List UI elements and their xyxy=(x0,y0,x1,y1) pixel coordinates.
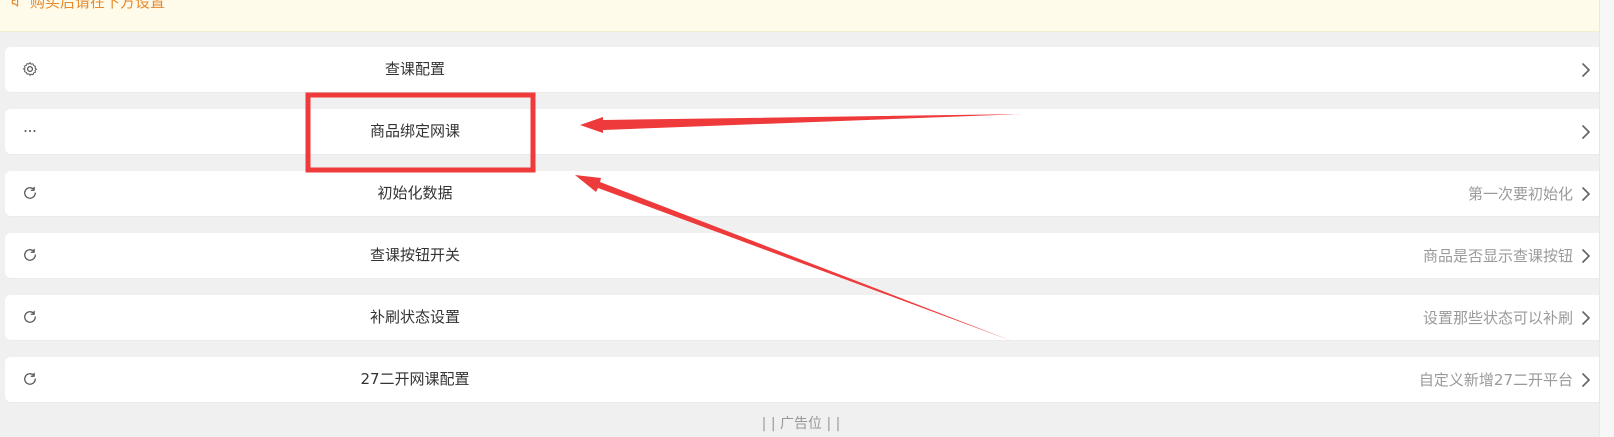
row-description: 自定义新增27二开平台 xyxy=(1418,371,1573,389)
row-title: 初始化数据 xyxy=(377,184,453,202)
settings-row-course-query-config[interactable]: 查课配置 xyxy=(5,47,1607,92)
chevron-right-icon xyxy=(1579,123,1593,141)
notice-text: 购买后请在下方设置 xyxy=(30,0,166,11)
row-title: 商品绑定网课 xyxy=(369,122,460,140)
row-title: 查课配置 xyxy=(384,60,445,78)
chevron-right-icon xyxy=(1579,185,1593,203)
row-right xyxy=(1573,109,1593,154)
ad-placeholder: | | 广告位 | | xyxy=(761,416,841,432)
settings-row-rebrush-status[interactable]: 补刷状态设置 设置那些状态可以补刷 xyxy=(5,295,1607,340)
row-right: 自定义新增27二开平台 xyxy=(1419,357,1593,402)
settings-row-product-bind-course[interactable]: 商品绑定网课 xyxy=(5,109,1607,154)
chevron-right-icon xyxy=(1579,61,1593,79)
row-right: 设置那些状态可以补刷 xyxy=(1423,295,1593,340)
notice-content: 购买后请在下方设置 xyxy=(10,0,165,12)
row-right xyxy=(1573,47,1593,92)
chevron-right-icon xyxy=(1579,371,1593,389)
chevron-right-icon xyxy=(1579,309,1593,327)
speaker-icon xyxy=(10,0,24,9)
row-description: 设置那些状态可以补刷 xyxy=(1422,309,1573,327)
settings-row-query-button-toggle[interactable]: 查课按钮开关 商品是否显示查课按钮 xyxy=(5,233,1607,278)
row-right: 商品是否显示查课按钮 xyxy=(1423,233,1593,278)
row-description: 商品是否显示查课按钮 xyxy=(1422,247,1573,265)
row-description: 第一次要初始化 xyxy=(1467,185,1573,203)
notice-bar: 购买后请在下方设置 xyxy=(0,0,1614,32)
settings-row-init-data[interactable]: 初始化数据 第一次要初始化 xyxy=(5,171,1607,216)
row-title: 27二开网课配置 xyxy=(360,370,470,388)
row-title: 查课按钮开关 xyxy=(369,246,460,264)
row-right: 第一次要初始化 xyxy=(1468,171,1593,216)
settings-list: 查课配置 商品绑定网课 初始化数据 第一次要初始化 查课按钮开关 商品是否显示查… xyxy=(5,47,1607,419)
chevron-right-icon xyxy=(1579,247,1593,265)
settings-row-27-course-config[interactable]: 27二开网课配置 自定义新增27二开平台 xyxy=(5,357,1607,402)
row-title: 补刷状态设置 xyxy=(369,308,460,326)
scrollbar-track[interactable] xyxy=(1599,0,1614,437)
